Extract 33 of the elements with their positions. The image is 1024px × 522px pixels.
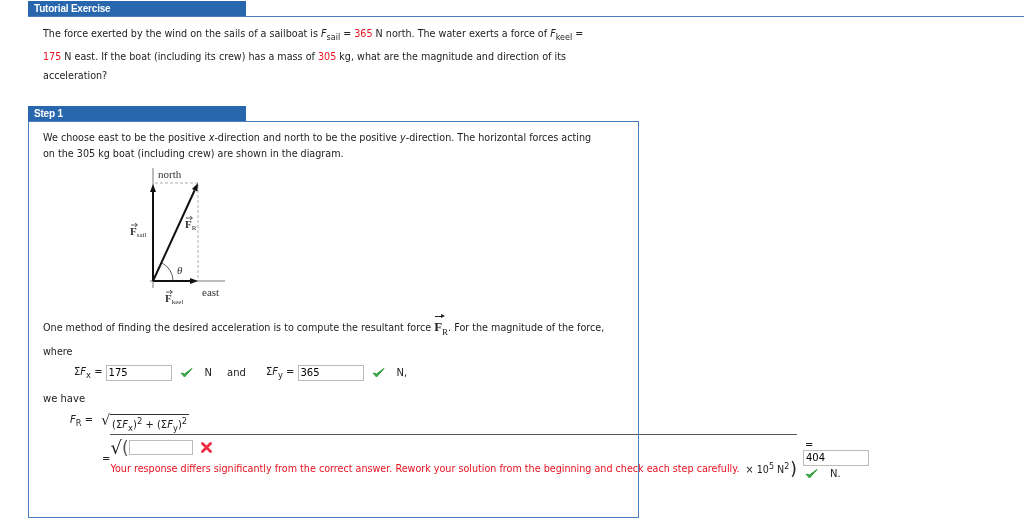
unit-label: N. xyxy=(829,467,841,479)
equals-sign: = xyxy=(102,453,111,464)
formula-text: (ΣF$_{x}$)$^{2}$ + (ΣF$_{y}$)$^{2}$ xyxy=(110,413,190,434)
section-header: Tutorial Exercise xyxy=(28,1,246,16)
step-text: We choose east to be the positive x-direction and north to be the positive y-direction. The horizontal forces acting on the 305 kg boat (including crew) are shown in the diagram. xyxy=(43,130,593,161)
radical-sign: √ xyxy=(101,413,111,426)
answer-field[interactable]: 365 xyxy=(297,364,364,381)
axis-label: north xyxy=(158,167,182,180)
problem-text: The force exerted by the wind on the sails of a sailboat is F$_{sail}$ = 365 N north. The water exerts a force of F$_{keel}$ = 175 N east. If the boat (including its crew) has a mass of 305 kg, what are the magnitude and direction of its acceleration? xyxy=(43,27,585,83)
force-label: F$_{R}$ xyxy=(185,215,197,232)
angle-label: θ xyxy=(177,263,183,276)
equation-label: ΣF$_{y}$ = xyxy=(265,365,295,380)
joiner-text: and xyxy=(227,367,246,378)
equation-label: F$_{R}$ = xyxy=(70,413,94,428)
unit-label: N, xyxy=(396,367,408,378)
equals-sign: = xyxy=(804,439,815,450)
body-text: we have xyxy=(43,392,87,404)
unit-label: N xyxy=(204,367,213,378)
angle-arc xyxy=(161,262,174,282)
answer-field[interactable]: 404 xyxy=(802,449,869,466)
radical-sign: √ xyxy=(110,437,122,458)
equation-label: ΣF$_{x}$ = xyxy=(74,365,103,380)
force-label: F$_{sail}$ xyxy=(130,222,147,239)
answer-field[interactable]: 175 xyxy=(105,364,172,381)
parenthesis: ) xyxy=(790,459,797,478)
answer-field[interactable] xyxy=(128,440,193,456)
parenthesis: ( xyxy=(121,437,129,458)
force-label: F$_{keel}$ xyxy=(165,289,184,306)
east-arrow xyxy=(152,277,198,284)
axis-label: east xyxy=(202,285,220,298)
explanation-text: One method of finding the desired acceleration is to compute the resultant force F$_{R}$. For the magnitude of the force, where xyxy=(43,316,618,361)
step-header: Step 1 xyxy=(28,105,246,121)
unit-factor: × 10$^{5}$ N$^{2}$ xyxy=(745,462,790,476)
